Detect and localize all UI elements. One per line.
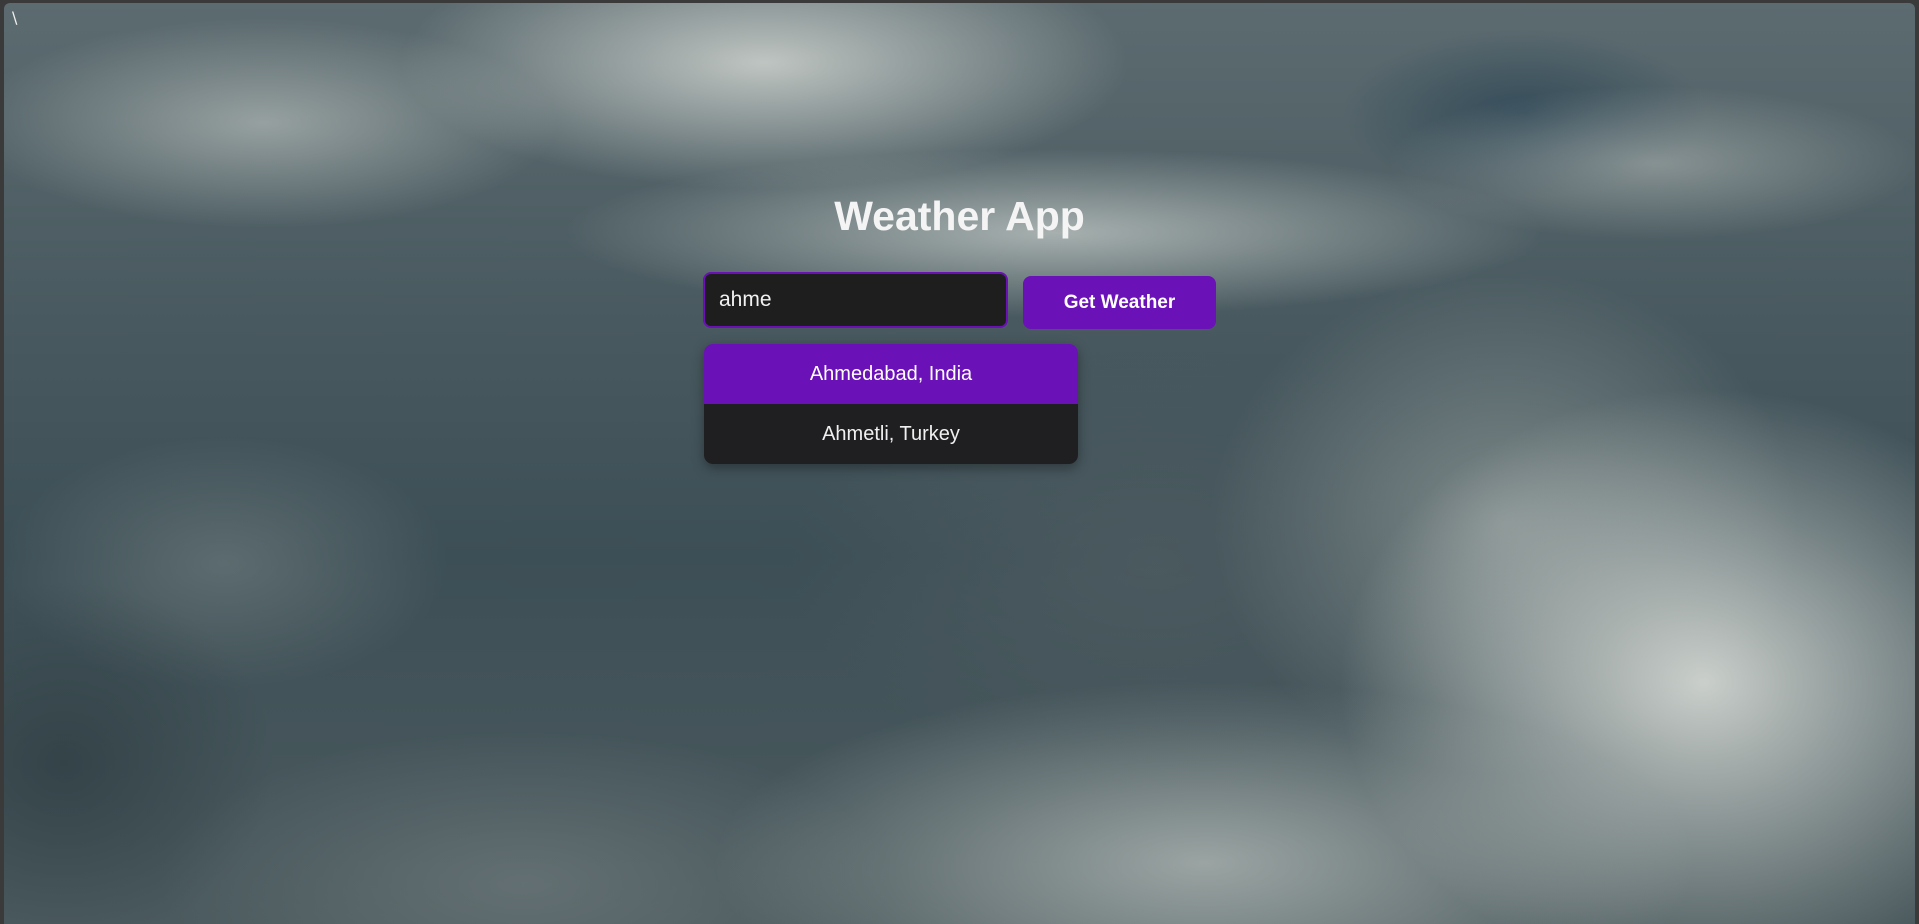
get-weather-button[interactable]: Get Weather (1023, 276, 1216, 329)
suggestion-item-ahmedabad[interactable]: Ahmedabad, India (704, 344, 1078, 404)
app-window: \ Weather App Get Weather Ahmedabad, Ind… (4, 3, 1915, 924)
suggestion-item-ahmetli[interactable]: Ahmetli, Turkey (704, 404, 1078, 464)
suggestions-dropdown: Ahmedabad, India Ahmetli, Turkey (704, 344, 1078, 464)
corner-mark-text: \ (12, 8, 18, 27)
page-title: Weather App (834, 193, 1085, 239)
city-search-input[interactable] (703, 272, 1008, 328)
